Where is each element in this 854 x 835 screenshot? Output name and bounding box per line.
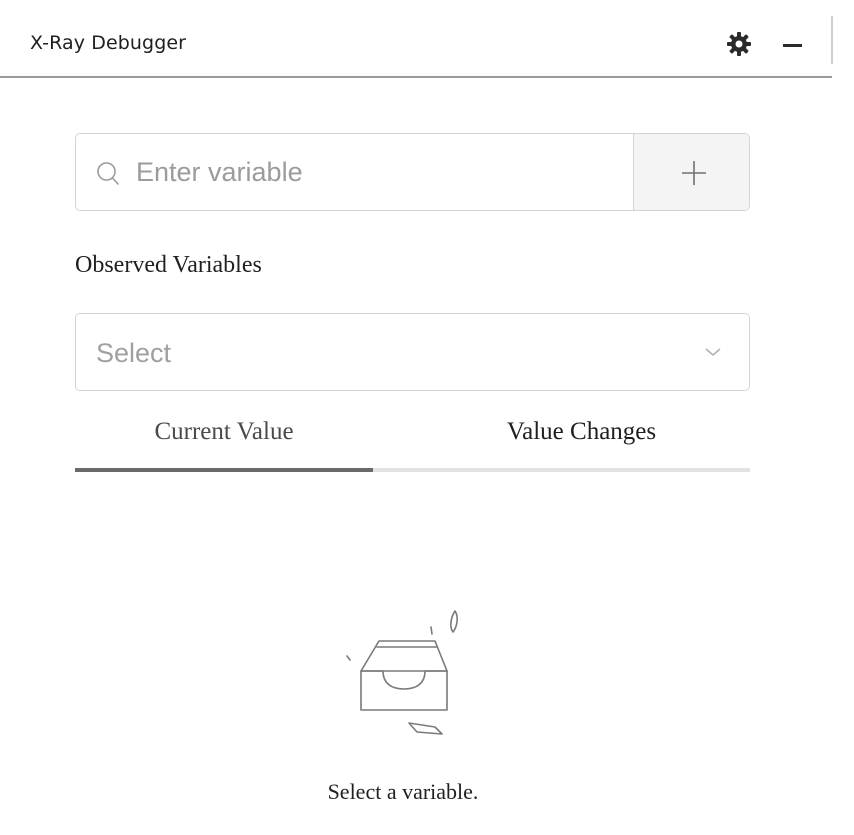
plus-icon xyxy=(682,161,706,185)
select-placeholder: Select xyxy=(96,338,172,368)
chevron-down-icon xyxy=(705,348,721,356)
panel-divider xyxy=(831,16,833,64)
variable-input[interactable] xyxy=(136,134,631,210)
active-tab-indicator xyxy=(75,468,373,472)
value-tabs: Current Value Value Changes xyxy=(75,418,750,474)
gear-icon xyxy=(727,32,751,56)
variable-search-group xyxy=(75,133,750,211)
observed-variables-label: Observed Variables xyxy=(75,252,262,278)
settings-button[interactable] xyxy=(726,31,752,57)
panel-header: X-Ray Debugger xyxy=(0,0,833,78)
minimize-button[interactable] xyxy=(780,31,806,57)
empty-inbox-icon xyxy=(346,610,458,735)
search-icon xyxy=(97,162,119,185)
add-variable-button[interactable] xyxy=(633,134,749,210)
empty-state-message: Select a variable. xyxy=(327,779,479,804)
tab-value-changes[interactable]: Value Changes xyxy=(413,418,750,468)
panel-title: X-Ray Debugger xyxy=(30,32,187,54)
tab-current-value[interactable]: Current Value xyxy=(75,418,373,468)
observed-variables-select[interactable]: Select xyxy=(75,313,750,391)
minimize-icon xyxy=(783,44,802,47)
